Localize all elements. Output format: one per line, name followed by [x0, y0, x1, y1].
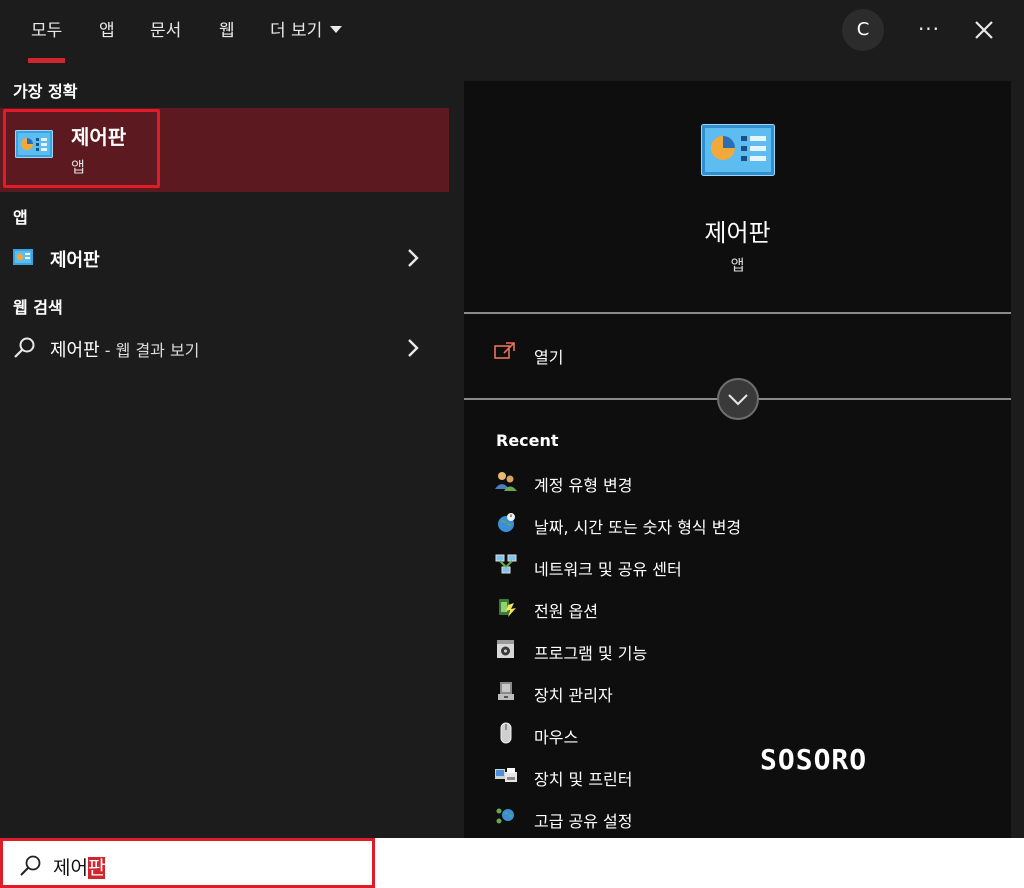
tab-apps[interactable]: 앱 [99, 18, 115, 44]
app-result-control-panel[interactable]: 제어판 [0, 238, 449, 278]
search-icon [19, 854, 43, 882]
search-input-value: 제어판 [53, 853, 106, 880]
tab-apps-label: 앱 [99, 21, 115, 41]
recent-item[interactable]: 고급 공유 설정 [494, 805, 994, 835]
search-input-prefix: 제어 [53, 857, 88, 879]
app-result-label: 제어판 [50, 250, 100, 271]
tab-all[interactable]: 모두 [27, 18, 66, 63]
recent-item-label: 날짜, 시간 또는 숫자 형식 변경 [534, 518, 742, 537]
recent-item-label: 장치 및 프린터 [534, 770, 633, 789]
recent-item-label: 마우스 [534, 728, 579, 747]
chevron-right-icon[interactable] [406, 248, 420, 272]
watermark: SOSORO [760, 743, 868, 776]
web-result-query: 제어판 [50, 340, 100, 361]
close-icon [975, 21, 993, 39]
divider [464, 312, 1011, 314]
recent-item-label: 전원 옵션 [534, 602, 598, 621]
recent-item[interactable]: 마우스 [494, 721, 994, 751]
users-icon [494, 469, 518, 493]
chevron-right-icon[interactable] [406, 338, 420, 362]
search-icon [13, 336, 37, 364]
close-button[interactable] [966, 12, 1002, 48]
recent-item[interactable]: 네트워크 및 공유 센터 [494, 553, 994, 583]
tab-more-label: 더 보기 [270, 21, 323, 41]
avatar[interactable]: C [842, 9, 884, 51]
best-match-subtitle: 앱 [71, 158, 85, 176]
control-panel-icon [15, 130, 53, 162]
more-options-button[interactable]: ··· [912, 14, 946, 48]
device-manager-icon [494, 679, 518, 703]
detail-title: 제어판 [704, 219, 771, 247]
web-result-suffix: - 웹 결과 보기 [99, 341, 200, 360]
tab-documents[interactable]: 문서 [150, 18, 181, 44]
tab-documents-label: 문서 [150, 21, 182, 41]
recent-item[interactable]: 날짜, 시간 또는 숫자 형식 변경 [494, 511, 994, 541]
expand-button[interactable] [717, 378, 759, 420]
apps-heading: 앱 [13, 208, 28, 227]
recent-item-label: 계정 유형 변경 [534, 476, 633, 495]
web-result-control-panel[interactable]: 제어판 - 웹 결과 보기 [0, 328, 449, 368]
detail-subtitle: 앱 [730, 256, 745, 274]
control-panel-icon [701, 124, 775, 180]
recent-item[interactable]: 장치 및 프린터 [494, 763, 994, 793]
tab-web-label: 웹 [219, 21, 235, 41]
recent-item[interactable]: 계정 유형 변경 [494, 469, 994, 499]
chevron-down-icon [728, 394, 748, 406]
network-icon [494, 553, 518, 577]
search-input[interactable]: 제어판 [0, 838, 375, 888]
taskbar-search: 제어판 [0, 838, 1024, 888]
recent-item-label: 장치 관리자 [534, 686, 613, 705]
search-tab-bar: 모두 앱 문서 웹 더 보기 C ··· [0, 0, 1024, 66]
detail-pane: 제어판 앱 열기 Recent 계정 유형 변경 날짜, 시간 또는 숫자 형식… [464, 81, 1011, 838]
devices-printers-icon [494, 763, 518, 787]
recent-item[interactable]: 장치 관리자 [494, 679, 994, 709]
open-label: 열기 [534, 348, 564, 367]
chevron-down-icon [330, 26, 343, 33]
tab-web[interactable]: 웹 [219, 18, 235, 44]
programs-icon [494, 637, 518, 661]
recent-item-label: 고급 공유 설정 [534, 812, 633, 831]
sharing-settings-icon [494, 805, 518, 829]
best-match-title: 제어판 [71, 125, 127, 149]
search-input-composing: 판 [87, 857, 106, 879]
web-search-heading: 웹 검색 [13, 298, 63, 317]
recent-item[interactable]: 프로그램 및 기능 [494, 637, 994, 667]
power-options-icon [494, 595, 518, 619]
mouse-icon [494, 721, 518, 745]
tab-more[interactable]: 더 보기 [270, 18, 343, 44]
recent-item-label: 프로그램 및 기능 [534, 644, 648, 663]
recent-item[interactable]: 전원 옵션 [494, 595, 994, 625]
open-icon [494, 342, 516, 364]
control-panel-icon [13, 249, 33, 269]
recent-item-label: 네트워크 및 공유 센터 [534, 560, 682, 579]
results-pane: 가장 정확 제어판 앱 앱 제어판 웹 검색 제어판 - 웹 결과 보기 [0, 66, 449, 838]
best-match-heading: 가장 정확 [13, 82, 78, 101]
recent-heading: Recent [496, 431, 559, 450]
tab-all-label: 모두 [31, 21, 63, 41]
globe-clock-icon [494, 511, 518, 535]
